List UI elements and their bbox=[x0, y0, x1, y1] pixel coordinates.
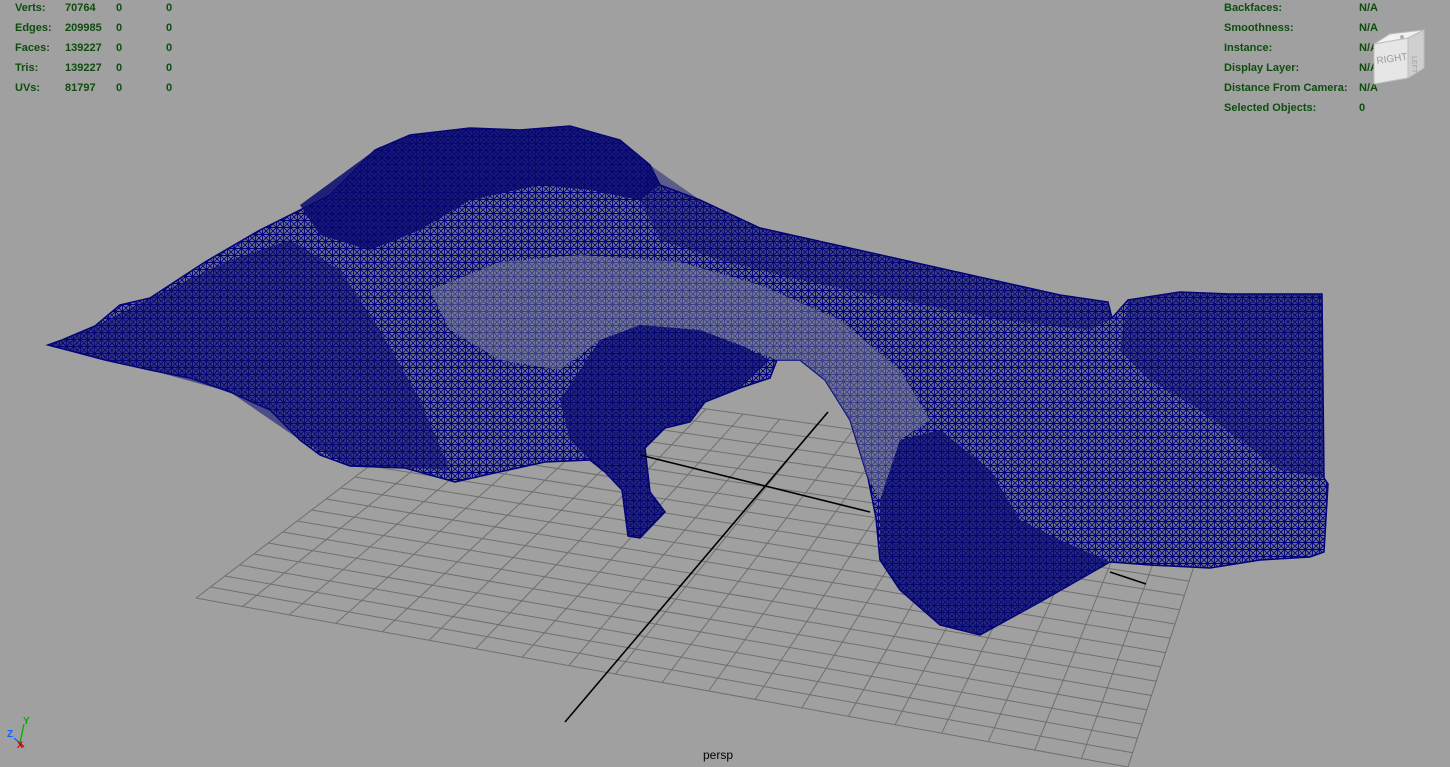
poly-count-value: 209985 bbox=[65, 22, 102, 34]
poly-count-label: UVs: bbox=[15, 82, 41, 94]
poly-count-value: 70764 bbox=[65, 2, 96, 14]
poly-count-label: Tris: bbox=[15, 62, 39, 74]
poly-count-value: 0 bbox=[116, 42, 123, 54]
poly-count-row: Verts: 70764 0 0 bbox=[15, 0, 215, 18]
poly-count-value: 0 bbox=[116, 2, 123, 14]
poly-count-value: 0 bbox=[166, 42, 173, 54]
object-detail-row: Backfaces: N/A bbox=[1224, 0, 1424, 18]
poly-count-row: Faces: 139227 0 0 bbox=[15, 38, 215, 58]
poly-count-value: 0 bbox=[166, 62, 173, 74]
poly-count-value: 81797 bbox=[65, 82, 96, 94]
poly-count-value: 0 bbox=[166, 2, 173, 14]
poly-count-value: 0 bbox=[166, 22, 173, 34]
perspective-viewport[interactable]: Verts: 70764 0 0 Edges: 209985 0 0 Faces: 139227 0… bbox=[0, 0, 1450, 767]
axis-z-label: Z bbox=[7, 729, 13, 740]
object-detail-row: Selected Objects: 0 bbox=[1224, 98, 1424, 118]
axis-x-label: X bbox=[17, 740, 23, 750]
axis-gizmo: Y Z X bbox=[7, 716, 30, 750]
poly-count-value: 0 bbox=[116, 62, 123, 74]
object-detail-label: Distance From Camera: bbox=[1224, 82, 1348, 94]
poly-count-value: 139227 bbox=[65, 62, 102, 74]
poly-count-value: 0 bbox=[116, 22, 123, 34]
poly-count-label: Verts: bbox=[15, 2, 46, 14]
poly-count-row: Tris: 139227 0 0 bbox=[15, 58, 215, 78]
object-detail-value: 0 bbox=[1359, 102, 1366, 114]
poly-count-label: Edges: bbox=[15, 22, 52, 34]
poly-count-hud: Verts: 70764 0 0 Edges: 209985 0 0 Faces: 139227 0… bbox=[15, 0, 215, 98]
poly-count-row: Edges: 209985 0 0 bbox=[15, 18, 215, 38]
object-detail-label: Instance: bbox=[1224, 42, 1273, 54]
poly-count-value: 0 bbox=[166, 82, 173, 94]
view-cube-home-icon bbox=[1400, 35, 1404, 39]
camera-name-label: persp bbox=[703, 748, 734, 762]
view-cube-side-label: LEFT bbox=[1410, 56, 1417, 74]
object-detail-label: Smoothness: bbox=[1224, 22, 1294, 34]
object-detail-label: Display Layer: bbox=[1224, 62, 1300, 74]
object-detail-label: Selected Objects: bbox=[1224, 102, 1317, 114]
axis-y-label: Y bbox=[23, 716, 30, 727]
poly-count-row: UVs: 81797 0 0 bbox=[15, 78, 215, 98]
mesh-dense-pier-left bbox=[560, 325, 770, 538]
poly-count-value: 0 bbox=[116, 82, 123, 94]
poly-count-label: Faces: bbox=[15, 42, 50, 54]
object-detail-value: N/A bbox=[1359, 2, 1378, 14]
poly-count-value: 139227 bbox=[65, 42, 102, 54]
object-detail-label: Backfaces: bbox=[1224, 2, 1283, 14]
view-cube[interactable]: RIGHT LEFT bbox=[1368, 26, 1434, 92]
